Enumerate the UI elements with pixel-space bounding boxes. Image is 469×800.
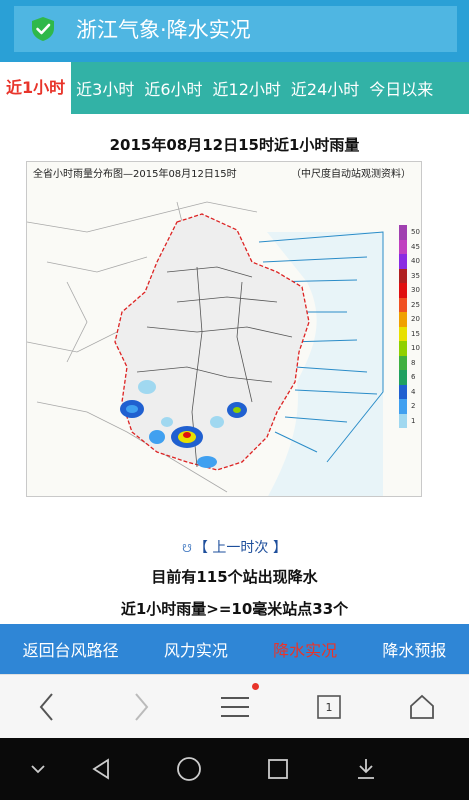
rain-legend: 50 45 40 35 30 25 20 15 10 8 6 4 2 1 bbox=[397, 225, 421, 435]
tab-24h[interactable]: 近24小时 bbox=[286, 76, 364, 100]
prev-time-label: 【 上一时次 】 bbox=[193, 540, 287, 556]
time-range-tabs: 近1小时 近3小时 近6小时 近12小时 近24小时 今日以来 bbox=[0, 62, 469, 114]
chevron-left-icon bbox=[39, 693, 53, 721]
prev-time-link[interactable]: ☋ 【 上一时次 】 bbox=[0, 537, 469, 557]
legend-label: 20 bbox=[411, 315, 420, 323]
system-recents-button[interactable] bbox=[262, 753, 294, 785]
back-arrow-icon: ☋ bbox=[182, 542, 192, 555]
legend-swatch bbox=[399, 225, 407, 240]
square-recents-icon bbox=[268, 759, 288, 779]
legend-swatch bbox=[399, 297, 407, 312]
legend-label: 10 bbox=[411, 344, 420, 352]
legend-label: 50 bbox=[411, 228, 420, 236]
system-nav bbox=[0, 738, 469, 800]
system-notifications-button[interactable] bbox=[350, 753, 382, 785]
legend-swatch bbox=[399, 341, 407, 356]
nav-rain-actual[interactable]: 降水实况 bbox=[273, 637, 337, 661]
legend-label: 2 bbox=[411, 402, 416, 410]
heavy-rain-count: 近1小时雨量>=10毫米站点33个 bbox=[120, 600, 349, 618]
chevron-down-icon bbox=[31, 765, 45, 774]
tab-today[interactable]: 今日以来 bbox=[364, 76, 438, 100]
legend-label: 45 bbox=[411, 242, 420, 251]
legend-swatch bbox=[399, 399, 407, 414]
hide-nav-button[interactable] bbox=[22, 753, 54, 785]
triangle-back-icon bbox=[92, 758, 109, 780]
legend-swatch bbox=[399, 384, 407, 399]
tab-3h[interactable]: 近3小时 bbox=[71, 76, 139, 100]
home-button[interactable] bbox=[404, 689, 440, 725]
map-caption-source: （中尺度自动站观测资料） bbox=[291, 169, 411, 180]
legend-swatch bbox=[399, 413, 407, 428]
back-button[interactable] bbox=[29, 689, 65, 725]
home-icon bbox=[410, 694, 434, 719]
header-bar: 浙江气象·降水实况 bbox=[14, 6, 457, 52]
app-header: 浙江气象·降水实况 bbox=[0, 0, 469, 62]
legend-swatch bbox=[399, 283, 407, 298]
page-title: 浙江气象·降水实况 bbox=[76, 18, 251, 42]
legend-label: 40 bbox=[411, 257, 420, 265]
tab-1h[interactable]: 近1小时 bbox=[0, 62, 72, 114]
legend-swatch bbox=[399, 239, 407, 254]
system-home-button[interactable] bbox=[173, 753, 205, 785]
nav-rain-forecast[interactable]: 降水预报 bbox=[382, 637, 446, 661]
legend-swatch bbox=[399, 370, 407, 385]
tabs-button[interactable]: 1 bbox=[311, 689, 347, 725]
chevron-right-icon bbox=[135, 693, 149, 721]
forward-button[interactable] bbox=[123, 689, 159, 725]
circle-home-icon bbox=[177, 757, 201, 781]
screen: 浙江气象·降水实况 近1小时 近3小时 近6小时 近12小时 近24小时 今日以… bbox=[0, 0, 469, 800]
map-graphic bbox=[27, 201, 384, 496]
legend-swatch bbox=[399, 326, 407, 341]
map-caption: 全省小时雨量分布图—2015年08月12日15时 bbox=[33, 165, 237, 180]
legend-label: 1 bbox=[411, 416, 416, 425]
legend-label: 35 bbox=[411, 271, 420, 280]
notification-dot bbox=[252, 683, 259, 690]
system-back-button[interactable] bbox=[85, 753, 117, 785]
tab-6h[interactable]: 近6小时 bbox=[139, 76, 207, 100]
legend-swatch bbox=[399, 355, 407, 370]
legend-label: 8 bbox=[411, 358, 416, 367]
pull-down-icon bbox=[358, 759, 374, 779]
nav-typhoon-track[interactable]: 返回台风路径 bbox=[23, 637, 119, 661]
legend-swatch bbox=[399, 254, 407, 269]
nav-wind[interactable]: 风力实况 bbox=[164, 637, 228, 661]
legend-label: 25 bbox=[411, 300, 420, 309]
tab-12h[interactable]: 近12小时 bbox=[208, 76, 286, 100]
legend-swatch bbox=[399, 312, 407, 327]
shield-check-icon bbox=[32, 17, 54, 41]
legend-label: 30 bbox=[411, 286, 420, 294]
legend-label: 4 bbox=[411, 387, 416, 396]
menu-button[interactable] bbox=[217, 683, 259, 725]
bottom-nav: 返回台风路径 风力实况 降水实况 降水预报 bbox=[0, 624, 469, 674]
browser-toolbar: 1 bbox=[0, 674, 469, 738]
menu-icon bbox=[221, 697, 249, 717]
tabs-icon bbox=[317, 695, 341, 719]
rainfall-map[interactable]: 全省小时雨量分布图—2015年08月12日15时 （中尺度自动站观测资料） 50… bbox=[26, 161, 422, 497]
legend-label: 15 bbox=[411, 329, 420, 338]
map-title: 2015年08月12日15时近1小时雨量 bbox=[109, 136, 360, 154]
legend-swatch bbox=[399, 268, 407, 283]
stations-count: 目前有115个站出现降水 bbox=[151, 568, 318, 586]
legend-label: 6 bbox=[411, 373, 416, 381]
